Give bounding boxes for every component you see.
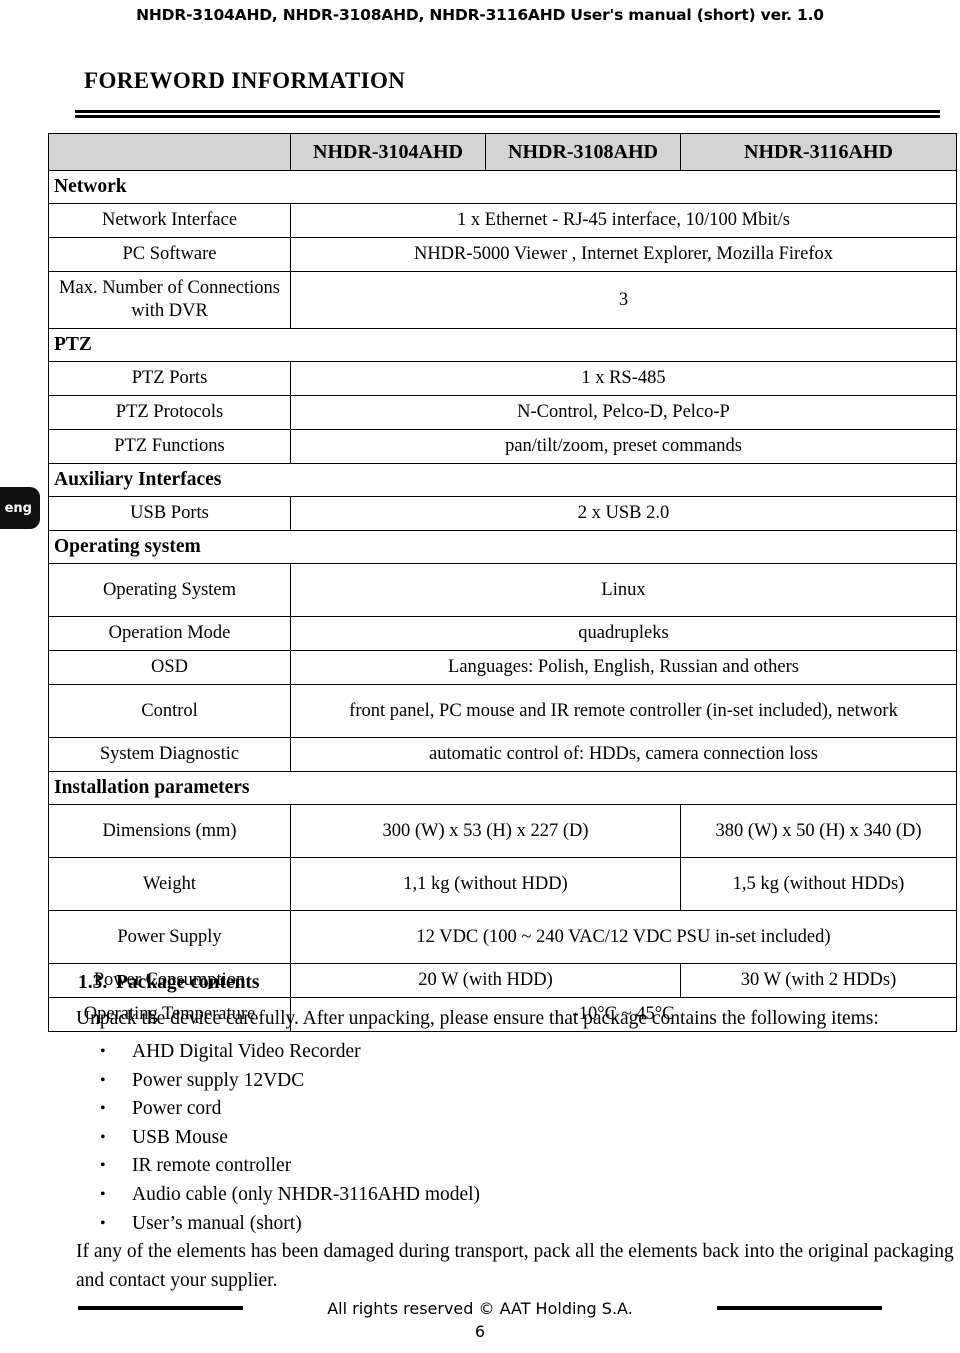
row-value: front panel, PC mouse and IR remote cont… (290, 684, 957, 738)
row-label: Dimensions (mm) (48, 804, 291, 858)
row-label: Operation Mode (48, 616, 291, 651)
group-header-installation-parameters: Installation parameters (48, 771, 957, 805)
group-title: Installation parameters (48, 771, 957, 805)
row-value-left: 300 (W) x 53 (H) x 227 (D) (290, 804, 681, 858)
package-contents-list: AHD Digital Video Recorder Power supply … (76, 1038, 946, 1238)
row-label: USB Ports (48, 496, 291, 531)
row-label: PTZ Ports (48, 361, 291, 396)
running-header: NHDR-3104AHD, NHDR-3108AHD, NHDR-3116AHD… (136, 6, 824, 24)
row-value: pan/tilt/zoom, preset commands (290, 429, 957, 464)
group-header-ptz: PTZ (48, 328, 957, 362)
document-page: NHDR-3104AHD, NHDR-3108AHD, NHDR-3116AHD… (0, 0, 960, 1353)
row-value: 1 x RS-485 (290, 361, 957, 396)
group-title: Auxiliary Interfaces (48, 463, 957, 497)
row-label: OSD (48, 650, 291, 685)
row-label: Weight (48, 857, 291, 911)
header-model-3104: NHDR-3104AHD (290, 133, 486, 171)
row-value: automatic control of: HDDs, camera conne… (290, 737, 957, 772)
row-value-right: 380 (W) x 50 (H) x 340 (D) (680, 804, 957, 858)
language-side-tab-label: eng (4, 500, 32, 516)
row-value: NHDR-5000 Viewer , Internet Explorer, Mo… (290, 237, 957, 272)
table-row: PTZ Protocols N-Control, Pelco-D, Pelco-… (48, 395, 957, 430)
group-header-operating-system: Operating system (48, 530, 957, 564)
table-row: Operating System Linux (48, 563, 957, 617)
page-footer: All rights reserved © AAT Holding S.A. (0, 1296, 960, 1320)
page-number: 6 (474, 1322, 486, 1341)
package-contents-heading: 1.3. Package contents (78, 972, 260, 994)
list-item: IR remote controller (76, 1152, 946, 1181)
table-row: OSD Languages: Polish, English, Russian … (48, 650, 957, 685)
table-row: PTZ Ports 1 x RS-485 (48, 361, 957, 396)
list-item: Power supply 12VDC (76, 1067, 946, 1096)
table-row: Max. Number of Connections with DVR 3 (48, 271, 957, 329)
row-value: Linux (290, 563, 957, 617)
row-value: 1 x Ethernet - RJ-45 interface, 10/100 M… (290, 203, 957, 238)
package-contents-title: Package contents (116, 972, 260, 993)
table-row: PTZ Functions pan/tilt/zoom, preset comm… (48, 429, 957, 464)
row-label: Control (48, 684, 291, 738)
row-label: PTZ Functions (48, 429, 291, 464)
row-value: 12 VDC (100 ~ 240 VAC/12 VDC PSU in-set … (290, 910, 957, 964)
row-label: PTZ Protocols (48, 395, 291, 430)
title-divider (75, 110, 940, 118)
language-side-tab: eng (0, 487, 40, 529)
table-row: Power Supply 12 VDC (100 ~ 240 VAC/12 VD… (48, 910, 957, 964)
table-row: System Diagnostic automatic control of: … (48, 737, 957, 772)
row-value-left: 1,1 kg (without HDD) (290, 857, 681, 911)
footer-rule-left (78, 1306, 243, 1310)
row-label: System Diagnostic (48, 737, 291, 772)
table-row: Network Interface 1 x Ethernet - RJ-45 i… (48, 203, 957, 238)
package-contents-intro: Unpack the device carefully. After unpac… (76, 1008, 879, 1029)
row-value-left: 20 W (with HDD) (290, 963, 681, 998)
list-item: User’s manual (short) (76, 1210, 946, 1239)
row-label: PC Software (48, 237, 291, 272)
row-label: Network Interface (48, 203, 291, 238)
group-title: PTZ (48, 328, 957, 362)
group-title: Operating system (48, 530, 957, 564)
footer-rule-right (717, 1306, 882, 1310)
package-contents-number: 1.3. (78, 972, 108, 993)
table-row: Dimensions (mm) 300 (W) x 53 (H) x 227 (… (48, 804, 957, 858)
list-item: USB Mouse (76, 1124, 946, 1153)
row-label: Power Supply (48, 910, 291, 964)
row-value-right: 1,5 kg (without HDDs) (680, 857, 957, 911)
table-row: Weight 1,1 kg (without HDD) 1,5 kg (with… (48, 857, 957, 911)
package-contents-outro: If any of the elements has been damaged … (76, 1241, 954, 1291)
footer-copyright: All rights reserved © AAT Holding S.A. (327, 1298, 633, 1318)
row-value: 3 (290, 271, 957, 329)
specifications-table: NHDR-3104AHD NHDR-3108AHD NHDR-3116AHD N… (48, 133, 957, 1032)
group-header-network: Network (48, 170, 957, 204)
table-header-row: NHDR-3104AHD NHDR-3108AHD NHDR-3116AHD (48, 133, 957, 171)
table-row: PC Software NHDR-5000 Viewer , Internet … (48, 237, 957, 272)
row-value: Languages: Polish, English, Russian and … (290, 650, 957, 685)
group-title: Network (48, 170, 957, 204)
row-value: N-Control, Pelco-D, Pelco-P (290, 395, 957, 430)
row-value: quadrupleks (290, 616, 957, 651)
header-model-3116: NHDR-3116AHD (680, 133, 957, 171)
group-header-auxiliary-interfaces: Auxiliary Interfaces (48, 463, 957, 497)
header-model-3108: NHDR-3108AHD (485, 133, 681, 171)
table-row: USB Ports 2 x USB 2.0 (48, 496, 957, 531)
table-row: Control front panel, PC mouse and IR rem… (48, 684, 957, 738)
table-row: Operation Mode quadrupleks (48, 616, 957, 651)
row-label: Operating System (48, 563, 291, 617)
row-value: 2 x USB 2.0 (290, 496, 957, 531)
header-blank-cell (48, 133, 291, 171)
list-item: Audio cable (only NHDR-3116AHD model) (76, 1181, 946, 1210)
row-label: Max. Number of Connections with DVR (48, 271, 291, 329)
section-title: FOREWORD INFORMATION (84, 68, 406, 93)
list-item: Power cord (76, 1095, 946, 1124)
row-value-right: 30 W (with 2 HDDs) (680, 963, 957, 998)
list-item: AHD Digital Video Recorder (76, 1038, 946, 1067)
